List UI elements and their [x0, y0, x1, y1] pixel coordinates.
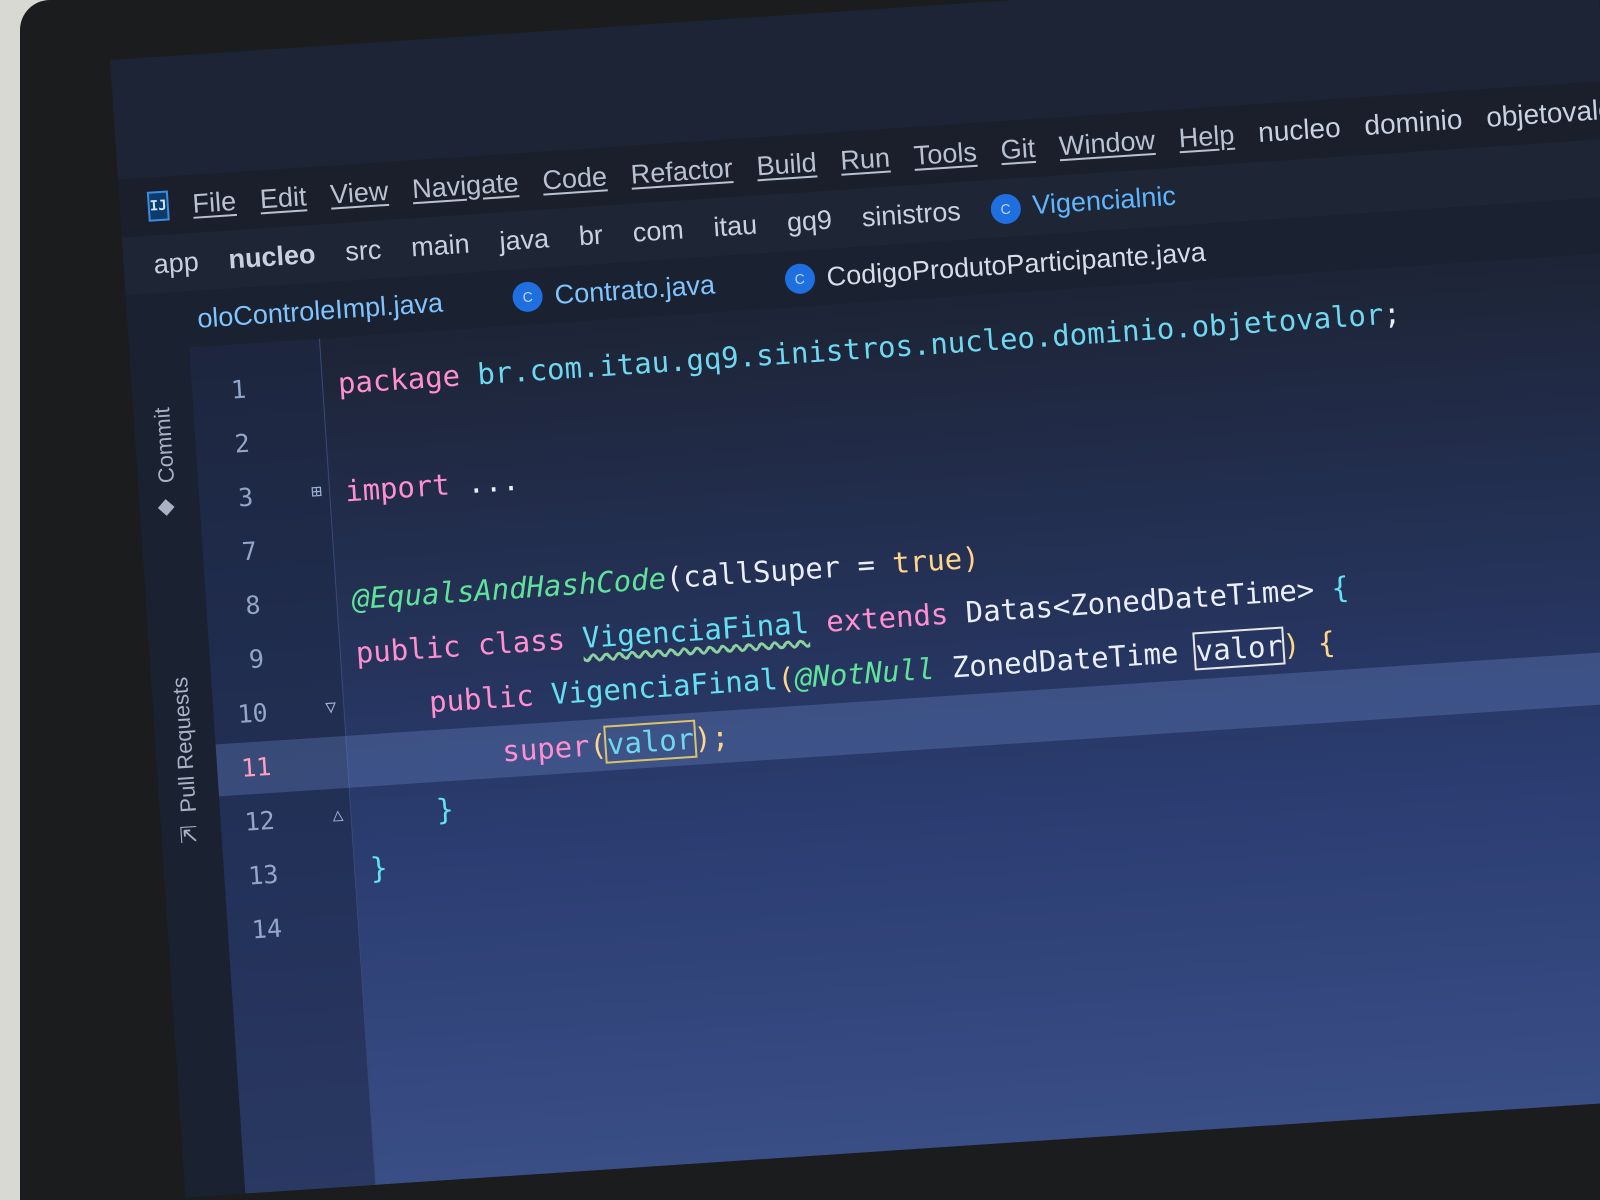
breadcrumb-current-file[interactable]: C Vigencialnic [989, 180, 1177, 225]
breadcrumb-item-src[interactable]: src [344, 234, 382, 267]
breadcrumb-item-gq9[interactable]: gq9 [786, 204, 833, 238]
code-token: ( [776, 660, 797, 697]
code-token: package [336, 357, 479, 401]
code-token: super [361, 728, 591, 778]
commit-tool-button[interactable]: Commit [149, 407, 180, 484]
menu-navigate[interactable]: Navigate [411, 167, 519, 205]
breadcrumb-item-itau[interactable]: itau [713, 209, 759, 243]
menu-code[interactable]: Code [541, 161, 607, 196]
breadcrumb-item-nucleo-2[interactable]: nucleo [1257, 112, 1341, 149]
tab-contrato-label: Contrato.java [553, 268, 716, 310]
breadcrumb-item-br[interactable]: br [578, 219, 604, 252]
commit-icon: ◆ [156, 492, 176, 519]
line-number: 10 [236, 698, 269, 729]
breadcrumb-item-com[interactable]: com [632, 214, 685, 248]
menu-file[interactable]: File [192, 185, 237, 219]
line-number: 8 [244, 590, 262, 621]
code-token: ... [465, 462, 521, 501]
breadcrumb-item-objetovalor[interactable]: objetovalor [1485, 93, 1600, 134]
line-number: 12 [243, 805, 276, 837]
code-token: ) { [1281, 625, 1337, 663]
pull-request-icon: ⇱ [178, 821, 199, 849]
fold-toggle-icon[interactable]: ▽ [325, 696, 344, 719]
code-token: @NotNull [793, 651, 936, 695]
breadcrumb-item-java[interactable]: java [498, 223, 549, 257]
menu-window[interactable]: Window [1058, 124, 1156, 161]
code-text: } [365, 783, 456, 841]
tab-olocontroleimpl-label: oloControleImpl.java [196, 287, 444, 334]
breadcrumb-item-main[interactable]: main [410, 228, 470, 263]
code-token: public class [354, 621, 584, 670]
code-token: extends [807, 595, 967, 640]
menu-refactor[interactable]: Refactor [630, 153, 734, 191]
code-token: ; [1382, 296, 1402, 332]
menu-edit[interactable]: Edit [259, 181, 307, 215]
breadcrumb-item-sinistros[interactable]: sinistros [861, 195, 962, 232]
menu-help[interactable]: Help [1178, 119, 1235, 154]
code-editor[interactable]: 1 package br.com.itau.gq9.sinistros.nucle… [189, 252, 1600, 1194]
code-token: } [365, 791, 455, 832]
fold-toggle-icon[interactable]: ⊞ [310, 480, 329, 503]
tab-olocontroleimpl[interactable]: oloControleImpl.java [196, 287, 444, 334]
code-token: VigenciaFinal [549, 662, 779, 712]
menu-build[interactable]: Build [756, 147, 818, 182]
breadcrumb-item-app[interactable]: app [153, 246, 200, 280]
fold-toggle-icon[interactable]: △ [332, 804, 351, 827]
line-number: 2 [233, 428, 251, 459]
pull-requests-tool-button[interactable]: Pull Requests [167, 676, 202, 813]
code-token: ); [692, 719, 731, 756]
class-icon: C [783, 262, 816, 295]
code-token: ZonedDateTime [933, 634, 1197, 686]
menu-run[interactable]: Run [839, 142, 890, 176]
code-token: { [1312, 570, 1351, 607]
breadcrumb-item-nucleo[interactable]: nucleo [228, 238, 317, 275]
menu-view[interactable]: View [329, 175, 389, 210]
code-token: VigenciaFinal [581, 605, 810, 655]
code-token: (callSuper = [664, 546, 894, 596]
line-number: 9 [248, 644, 265, 675]
breadcrumb-current-file-label: Vigencialnic [1031, 180, 1177, 221]
code-token: ) [960, 540, 981, 576]
code-token: public [358, 677, 553, 724]
line-number: 13 [247, 859, 280, 891]
tab-contrato[interactable]: C Contrato.java [511, 268, 716, 313]
code-token: valor [1192, 626, 1286, 671]
code-token: } [369, 850, 389, 886]
line-number: 3 [237, 482, 255, 513]
code-text: import ... [343, 454, 521, 517]
intellij-logo-icon: IJ [146, 190, 170, 222]
menu-git[interactable]: Git [1000, 132, 1036, 165]
code-token: valor [603, 719, 698, 764]
code-token: @EqualsAndHashCode [351, 561, 667, 617]
ide-window: IJ File Edit View Navigate Code Refactor… [110, 0, 1600, 1198]
line-number: 14 [250, 913, 283, 945]
line-number: 7 [240, 536, 258, 567]
class-icon: C [511, 280, 544, 313]
code-token: true [891, 541, 964, 581]
breadcrumb-item-dominio[interactable]: dominio [1363, 104, 1463, 142]
line-number: 1 [230, 374, 248, 405]
class-icon: C [989, 192, 1022, 225]
code-text: } [368, 841, 389, 894]
line-number: 11 [240, 751, 273, 783]
code-token: import [343, 466, 469, 509]
menu-tools[interactable]: Tools [913, 136, 978, 171]
